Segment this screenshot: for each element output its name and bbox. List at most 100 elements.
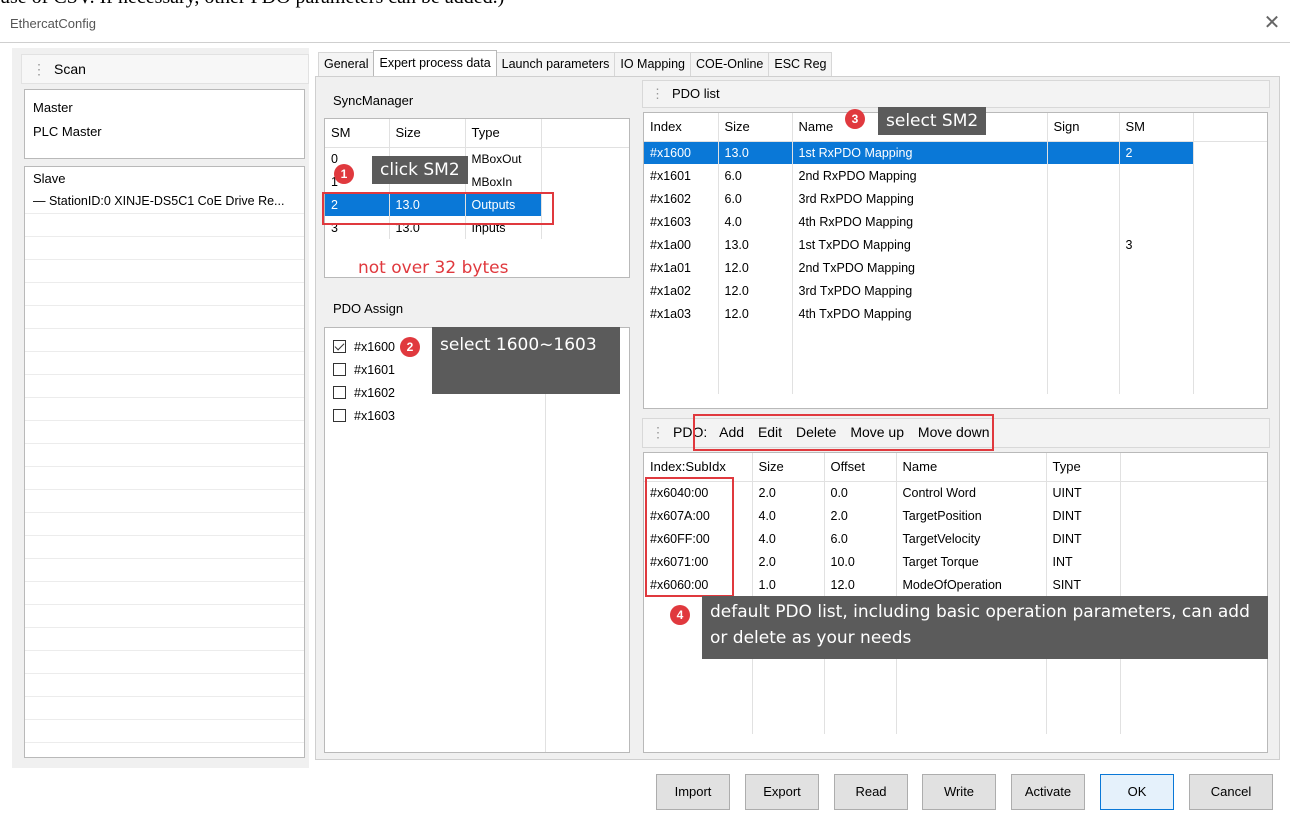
col-sm[interactable]: SM: [1119, 113, 1194, 142]
slave-empty-row: [25, 306, 304, 329]
slave-empty-row: [25, 283, 304, 306]
tab-general[interactable]: General: [318, 52, 375, 76]
sm-row-0[interactable]: 0 MBoxOut: [325, 147, 629, 170]
write-button[interactable]: Write: [922, 774, 996, 810]
col-index[interactable]: Index: [644, 113, 719, 142]
export-button[interactable]: Export: [745, 774, 819, 810]
read-button[interactable]: Read: [834, 774, 908, 810]
callout-click-sm2: click SM2: [372, 156, 468, 184]
slave-station-item[interactable]: — StationID:0 XINJE-DS5C1 CoE Drive Re..…: [25, 191, 304, 214]
pdo-list-row[interactable]: #x1602 6.0 3rd RxPDO Mapping: [644, 187, 1267, 210]
tab-launch-parameters[interactable]: Launch parameters: [495, 52, 616, 76]
slave-empty-row: [25, 513, 304, 536]
col-offset[interactable]: Offset: [824, 453, 897, 482]
window-title: EthercatConfig: [10, 16, 96, 31]
pdo-list-cell: #x1602: [644, 187, 719, 210]
pdo-assign-item-1603[interactable]: #x1603: [333, 405, 621, 428]
import-button[interactable]: Import: [656, 774, 730, 810]
activate-button[interactable]: Activate: [1011, 774, 1085, 810]
slave-empty-row: [25, 674, 304, 697]
sm-row-1[interactable]: 1 MBoxIn: [325, 170, 629, 193]
pdo-list-cell: [1119, 302, 1194, 325]
pdo-list-cell: 6.0: [718, 187, 793, 210]
col-sign[interactable]: Sign: [1047, 113, 1120, 142]
pdo-entry-cell: 0.0: [824, 481, 897, 504]
pdo-entry-empty-row: [644, 665, 1267, 688]
slave-empty-row: [25, 260, 304, 283]
pdo-entry-cell: [1120, 504, 1267, 527]
pdo-list-row[interactable]: #x1a01 12.0 2nd TxPDO Mapping: [644, 256, 1267, 279]
pdo-list-row[interactable]: #x1a03 12.0 4th TxPDO Mapping: [644, 302, 1267, 325]
pdo-entry-cell: ModeOfOperation: [896, 573, 1047, 596]
slave-empty-row: [25, 237, 304, 260]
col-size[interactable]: Size: [752, 453, 825, 482]
master-item[interactable]: Master: [25, 96, 304, 120]
pdo-list-empty-row: [644, 371, 1267, 394]
pdo-list-cell: 4.0: [718, 210, 793, 233]
pdo-entry-empty-row: [644, 711, 1267, 734]
sm-cell: [541, 147, 629, 170]
slave-empty-row: [25, 375, 304, 398]
pdo-list-cell: [1119, 187, 1194, 210]
close-icon[interactable]: ✕: [1262, 10, 1282, 35]
pdo-list-empty-row: [644, 325, 1267, 348]
callout-select-1600-1603: select 1600~1603: [432, 327, 620, 394]
plc-master-item[interactable]: PLC Master: [25, 120, 304, 144]
pdo-list-cell: [1119, 164, 1194, 187]
pdo-list-row[interactable]: #x1600 13.0 1st RxPDO Mapping 2: [644, 141, 1267, 164]
col-size[interactable]: Size: [718, 113, 793, 142]
pdo-list-row[interactable]: #x1603 4.0 4th RxPDO Mapping: [644, 210, 1267, 233]
pdo-list-header: ⋮ PDO list: [642, 80, 1270, 108]
pdo-list-cell: [1193, 164, 1267, 187]
col-size[interactable]: Size: [389, 119, 466, 148]
pdo-entry-cell: 2.0: [824, 504, 897, 527]
pdo-list-cell: #x1603: [644, 210, 719, 233]
tab-esc-reg[interactable]: ESC Reg: [768, 52, 833, 76]
grip-icon: ⋮: [32, 61, 46, 77]
pdo-entry-cell: DINT: [1046, 504, 1121, 527]
tab-io-mapping[interactable]: IO Mapping: [614, 52, 691, 76]
pdo-entry-cell: TargetPosition: [896, 504, 1047, 527]
pdo-list-label: PDO list: [672, 86, 720, 101]
col-type[interactable]: Type: [465, 119, 542, 148]
pdo-entry-row[interactable]: #x607A:00 4.0 2.0 TargetPosition DINT: [644, 504, 1267, 527]
pdo-list-cell: 3: [1119, 233, 1194, 256]
cancel-button[interactable]: Cancel: [1189, 774, 1273, 810]
slave-empty-row: [25, 444, 304, 467]
checkbox-checked-icon[interactable]: [333, 340, 346, 353]
step-badge-2: 2: [400, 337, 420, 357]
ok-button[interactable]: OK: [1100, 774, 1174, 810]
scan-header[interactable]: ⋮ Scan: [21, 54, 309, 84]
pdo-list-cell: 4th TxPDO Mapping: [792, 302, 1048, 325]
step-badge-4: 4: [670, 605, 690, 625]
tab-coe-online[interactable]: COE-Online: [689, 52, 770, 76]
tab-expert-process-data[interactable]: Expert process data: [373, 50, 497, 76]
title-divider: [0, 42, 1290, 43]
pdo-list-cell: #x1a01: [644, 256, 719, 279]
pdo-list-cell: [1047, 210, 1120, 233]
pdo-list-cell: [1047, 233, 1120, 256]
slave-empty-row: [25, 467, 304, 490]
checkbox-icon[interactable]: [333, 409, 346, 422]
col-type[interactable]: Type: [1046, 453, 1121, 482]
pdo-list-cell: 1st TxPDO Mapping: [792, 233, 1048, 256]
col-sm[interactable]: SM: [325, 119, 390, 148]
slave-empty-row: [25, 651, 304, 674]
pdo-entry-cell: UINT: [1046, 481, 1121, 504]
pdo-list-row[interactable]: #x1a02 12.0 3rd TxPDO Mapping: [644, 279, 1267, 302]
pdo-list-cell: 12.0: [718, 302, 793, 325]
grip-icon: ⋮: [651, 424, 665, 440]
pdo-entry-cell: DINT: [1046, 527, 1121, 550]
pdo-assign-item-label: #x1601: [354, 363, 396, 377]
sm2-highlight-box: [322, 192, 554, 225]
pdo-list-row[interactable]: #x1601 6.0 2nd RxPDO Mapping: [644, 164, 1267, 187]
checkbox-icon[interactable]: [333, 363, 346, 376]
pdo-list-row[interactable]: #x1a00 13.0 1st TxPDO Mapping 3: [644, 233, 1267, 256]
checkbox-icon[interactable]: [333, 386, 346, 399]
pdo-entry-row[interactable]: #x60FF:00 4.0 6.0 TargetVelocity DINT: [644, 527, 1267, 550]
syncmanager-label: SyncManager: [333, 93, 414, 108]
pdo-entry-row[interactable]: #x6040:00 2.0 0.0 Control Word UINT: [644, 481, 1267, 504]
col-name[interactable]: Name: [896, 453, 1047, 482]
pdo-entry-row[interactable]: #x6060:00 1.0 12.0 ModeOfOperation SINT: [644, 573, 1267, 596]
pdo-entry-row[interactable]: #x6071:00 2.0 10.0 Target Torque INT: [644, 550, 1267, 573]
